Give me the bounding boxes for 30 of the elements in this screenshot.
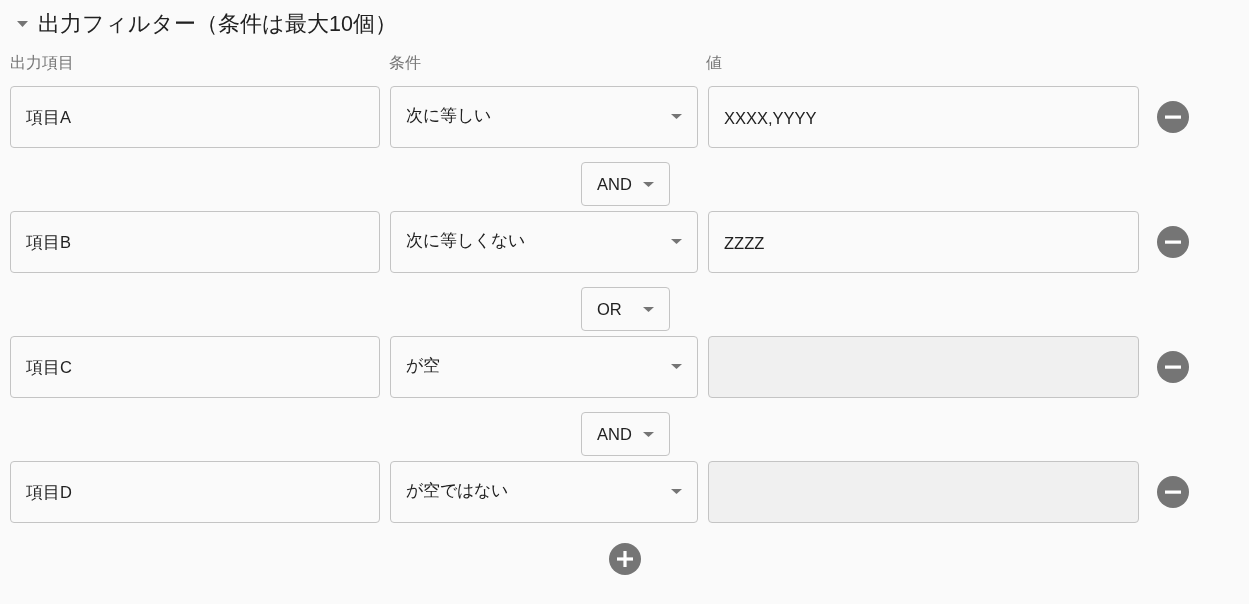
column-label: 値 <box>706 53 722 73</box>
column-label: 条件 <box>389 53 422 73</box>
remove-icon[interactable] <box>1157 351 1189 383</box>
expand-caret-icon[interactable] <box>17 21 28 27</box>
item-field[interactable]: 項目D <box>10 461 380 523</box>
caret-icon <box>643 181 654 187</box>
remove-icon[interactable] <box>1157 101 1189 133</box>
add-icon[interactable] <box>609 543 641 575</box>
item-field[interactable]: 項目B <box>10 211 380 273</box>
item-field[interactable]: 項目A <box>10 86 380 148</box>
caret-icon <box>671 113 682 119</box>
column-label: 出力項目 <box>10 53 75 73</box>
caret-icon <box>671 488 682 494</box>
logic-select[interactable]: OR <box>581 287 670 331</box>
item-field[interactable]: 項目C <box>10 336 380 398</box>
remove-icon[interactable] <box>1157 226 1189 258</box>
condition-select[interactable]: 次に等しくない <box>390 211 698 273</box>
condition-select[interactable]: 次に等しい <box>390 86 698 148</box>
remove-icon[interactable] <box>1157 476 1189 508</box>
section-title: 出力フィルター（条件は最大10個） <box>38 11 397 38</box>
caret-icon <box>643 431 654 437</box>
caret-icon <box>643 306 654 312</box>
condition-select[interactable]: が空ではない <box>390 461 698 523</box>
caret-icon <box>671 363 682 369</box>
logic-select[interactable]: AND <box>581 162 670 206</box>
value-field[interactable]: XXXX,YYYY <box>708 86 1139 148</box>
condition-select[interactable]: が空 <box>390 336 698 398</box>
value-field[interactable]: ZZZZ <box>708 211 1139 273</box>
logic-select[interactable]: AND <box>581 412 670 456</box>
caret-icon <box>671 238 682 244</box>
